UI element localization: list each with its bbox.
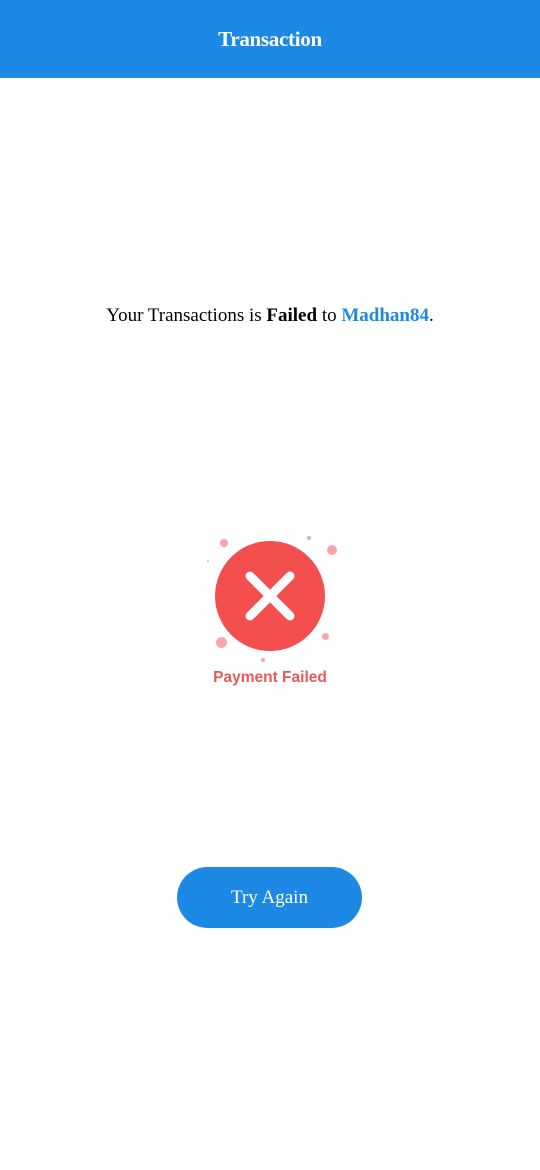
close-icon bbox=[245, 571, 295, 621]
message-suffix: . bbox=[428, 305, 434, 326]
decor-dot bbox=[261, 658, 265, 662]
try-again-button[interactable]: Try Again bbox=[177, 867, 362, 928]
decor-dot bbox=[327, 545, 337, 555]
page-title: Transaction bbox=[218, 26, 322, 51]
message-status: Failed bbox=[266, 305, 318, 326]
error-badge bbox=[215, 541, 325, 651]
recipient-name: Madhan84 bbox=[341, 305, 429, 326]
message-prefix: Your Transactions is bbox=[106, 305, 267, 326]
transaction-message: Your Transactions is Failed to Madhan84. bbox=[0, 303, 540, 329]
decor-dot bbox=[307, 536, 311, 540]
payment-failed-label: Payment Failed bbox=[213, 669, 327, 686]
decor-dot bbox=[207, 560, 209, 562]
app-bar: Transaction bbox=[0, 0, 540, 78]
payment-failed-illustration bbox=[200, 530, 345, 670]
message-connector: to bbox=[317, 305, 342, 326]
